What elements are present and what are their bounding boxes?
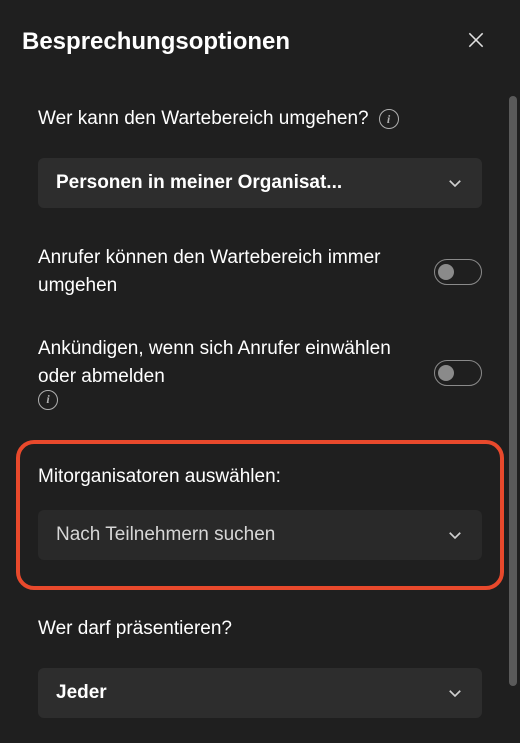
close-button[interactable]: [460, 26, 492, 58]
info-icon[interactable]: i: [379, 109, 399, 129]
announce-label: Ankündigen, wenn sich Anrufer einwählen …: [38, 335, 414, 410]
announce-toggle[interactable]: [434, 360, 482, 386]
coorganizers-highlight: Mitorganisatoren auswählen: Nach Teilneh…: [16, 440, 504, 590]
presenters-label: Wer darf präsentieren?: [38, 618, 482, 640]
presenters-value: Jeder: [56, 682, 107, 704]
callers-bypass-label: Anrufer können den Wartebereich immer um…: [38, 244, 414, 299]
coorganizers-dropdown[interactable]: Nach Teilnehmern suchen: [38, 510, 482, 560]
close-icon: [466, 30, 486, 55]
chevron-down-icon: [446, 526, 464, 544]
scrollbar-thumb[interactable]: [509, 96, 517, 686]
lobby-bypass-label-text: Wer kann den Wartebereich umgehen?: [38, 108, 369, 130]
panel-content: Wer kann den Wartebereich umgehen? i Per…: [0, 90, 520, 718]
coorganizers-placeholder: Nach Teilnehmern suchen: [56, 524, 275, 546]
panel-header: Besprechungsoptionen: [0, 0, 520, 90]
callers-bypass-row: Anrufer können den Wartebereich immer um…: [38, 244, 482, 299]
lobby-bypass-value: Personen in meiner Organisat...: [56, 172, 342, 194]
lobby-bypass-dropdown[interactable]: Personen in meiner Organisat...: [38, 158, 482, 208]
announce-row: Ankündigen, wenn sich Anrufer einwählen …: [38, 335, 482, 410]
panel-title: Besprechungsoptionen: [22, 28, 290, 56]
meeting-options-panel: Besprechungsoptionen Wer kann den Warteb…: [0, 0, 520, 743]
coorganizers-label: Mitorganisatoren auswählen:: [38, 466, 482, 488]
chevron-down-icon: [446, 174, 464, 192]
announce-label-text: Ankündigen, wenn sich Anrufer einwählen …: [38, 335, 414, 390]
chevron-down-icon: [446, 684, 464, 702]
callers-bypass-toggle[interactable]: [434, 259, 482, 285]
info-icon[interactable]: i: [38, 390, 58, 410]
presenters-dropdown[interactable]: Jeder: [38, 668, 482, 718]
lobby-bypass-label: Wer kann den Wartebereich umgehen? i: [38, 108, 482, 130]
